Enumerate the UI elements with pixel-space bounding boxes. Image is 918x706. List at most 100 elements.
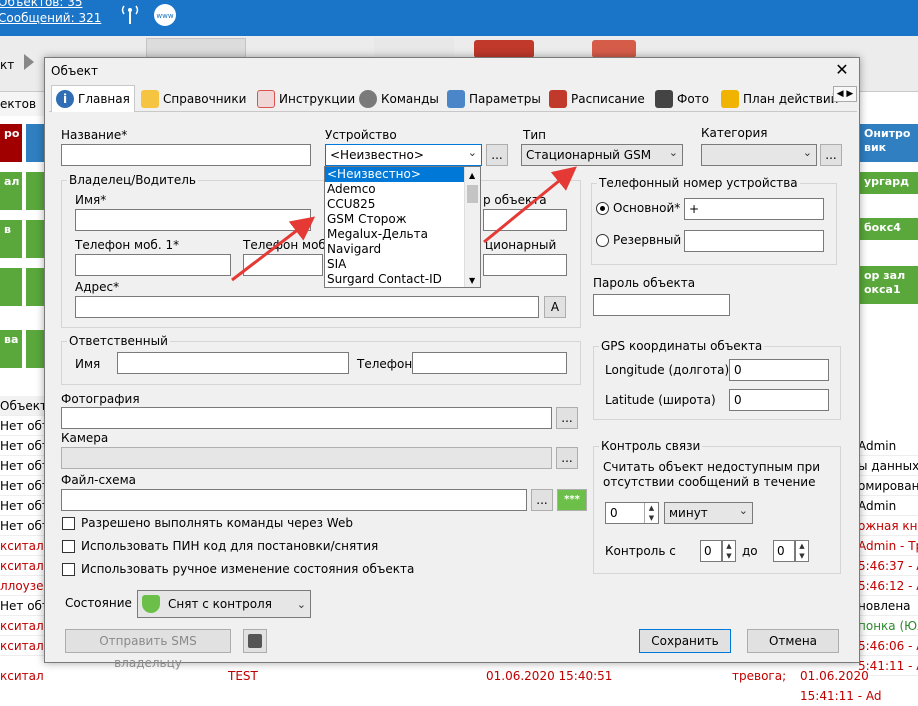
file-browse-button[interactable]: ... [531,489,553,511]
device-browse-button[interactable]: ... [486,144,508,166]
device-phone-group [591,183,837,265]
web-commands-checkbox[interactable] [62,517,75,530]
resp-name-input[interactable] [117,352,349,374]
left-tile-4[interactable] [0,268,22,306]
list-row-right[interactable]: 5:46:12 - Ad [858,576,918,596]
left-tile-2[interactable]: ал [0,172,22,210]
chevron-down-icon: ⌄ [738,504,748,517]
web-commands-label: Разрешено выполнять команды через Web [81,516,353,530]
list-row-right[interactable]: 5:46:37 - Ad [858,556,918,576]
camera-label: Камера [61,431,109,445]
messages-count-link[interactable]: Сообщений: 321 [0,11,101,25]
stationary-phone-input[interactable] [483,254,567,276]
object-number-input[interactable] [483,209,567,231]
cancel-button[interactable]: Отмена [747,629,839,653]
tab-photo[interactable]: Фото [651,86,713,112]
device-option[interactable]: SIA [325,257,464,272]
list-row-right[interactable]: ожная кноп [858,516,918,536]
list-row-right[interactable]: новлена [858,596,918,616]
phone-mob2-input[interactable] [243,254,323,276]
list-row-right[interactable]: Admin - Тр [858,536,918,556]
device-option[interactable]: Megalux-Дельта [325,227,464,242]
pin-code-checkbox[interactable] [62,540,75,553]
tab-instructions[interactable]: Инструкции [253,86,359,112]
category-browse-button[interactable]: ... [820,144,842,166]
list-row-right[interactable]: омирования [858,476,918,496]
save-disk-button[interactable] [243,629,267,653]
backup-phone-input[interactable] [684,230,824,252]
tab-commands[interactable]: Команды [355,86,443,112]
device-dropdown-list[interactable]: <Неизвестно> Ademco CCU825 GSM Сторож Megalu… [324,166,481,288]
timeout-stepper[interactable]: 0 ▲ ▼ [605,502,659,524]
tab-main[interactable]: i Главная [51,85,135,112]
dropdown-scrollbar[interactable]: ▲ ▼ [464,167,480,287]
name-input[interactable] [61,144,311,166]
tab-schedule[interactable]: Расписание [545,86,649,112]
send-sms-button[interactable]: Отправить SMS владельцу [65,629,231,670]
left-tile-1[interactable]: ро [0,124,22,162]
device-select[interactable]: <Неизвестно> ⌄ [325,144,482,166]
stepper-arrows-icon[interactable]: ▲ ▼ [644,503,658,523]
left-tile-5[interactable]: ва [0,330,22,368]
password-input[interactable] [593,294,730,316]
left-tile-3[interactable]: в [0,220,22,258]
owner-name-input[interactable] [75,209,311,231]
scroll-down-icon[interactable]: ▼ [469,276,475,285]
to-stepper-arrows-icon[interactable]: ▲ ▼ [795,540,809,562]
photo-input[interactable] [61,407,552,429]
primary-phone-input[interactable]: + [684,198,824,220]
device-option[interactable]: GSM Сторож [325,212,464,227]
state-select[interactable]: Снят с контроля ⌄ [137,590,311,618]
type-select[interactable]: Стационарный GSM ⌄ [521,144,683,166]
list-row-right[interactable]: Admin [858,436,918,456]
save-button[interactable]: Сохранить [639,629,731,653]
list-row-right[interactable]: 5:46:06 - Ad [858,636,918,656]
manual-state-checkbox[interactable] [62,563,75,576]
device-option[interactable]: CCU825 [325,197,464,212]
camera-browse-button[interactable]: ... [556,447,578,469]
play-icon[interactable] [24,54,34,70]
resp-phone-input[interactable] [412,352,567,374]
list-row-right[interactable]: Admin [858,496,918,516]
device-option[interactable]: <Неизвестно> [325,167,464,182]
backup-radio[interactable] [596,234,609,247]
primary-radio[interactable] [596,202,609,215]
category-select[interactable]: ⌄ [701,144,817,166]
scroll-up-icon[interactable]: ▲ [469,171,475,180]
from-stepper-arrows-icon[interactable]: ▲ ▼ [722,540,736,562]
camera-input[interactable] [61,447,552,469]
control-from-stepper[interactable]: 0 [700,540,722,562]
tab-parameters[interactable]: Параметры [443,86,545,112]
timeout-unit-select[interactable]: минут ⌄ [664,502,753,524]
right-tile-2[interactable]: ургард [860,172,918,194]
device-option[interactable]: Navigard [325,242,464,257]
address-button[interactable]: A [544,296,566,318]
right-tile-1[interactable]: Онитро вик [860,124,918,162]
state-label: Состояние [65,596,132,610]
latitude-input[interactable]: 0 [729,389,829,411]
tab-directories[interactable]: Справочники [137,86,250,112]
www-icon[interactable]: www [152,2,178,28]
address-input[interactable] [75,296,539,318]
list-row-right[interactable]: понка (Юля [858,616,918,636]
list-row-right[interactable]: ы данных у [858,456,918,476]
antenna-icon[interactable] [118,2,142,26]
scroll-thumb[interactable] [467,185,478,203]
toolbar-tile-2[interactable] [374,38,454,58]
app-top-bar: Объектов: 35 Сообщений: 321 www [0,0,918,36]
phone-mob1-input[interactable] [75,254,231,276]
tab-scroll-buttons[interactable]: ◀ ▶ [833,86,857,102]
longitude-input[interactable]: 0 [729,359,829,381]
device-option[interactable]: Ademco [325,182,464,197]
calendar-toolbar-icon[interactable] [474,40,534,58]
toolbar-tile-4[interactable] [592,40,636,58]
control-to-stepper[interactable]: 0 [773,540,795,562]
device-option[interactable]: Surgard Contact-ID [325,272,464,287]
right-tile-3[interactable]: бокс4 [860,218,918,240]
file-scheme-input[interactable] [61,489,527,511]
tab-action-plan[interactable]: План действий [717,86,842,112]
file-extra-button[interactable]: *** [557,489,587,511]
right-tile-4[interactable]: ор зал окса1 [860,266,918,304]
close-icon[interactable]: ✕ [831,60,853,80]
photo-browse-button[interactable]: ... [556,407,578,429]
